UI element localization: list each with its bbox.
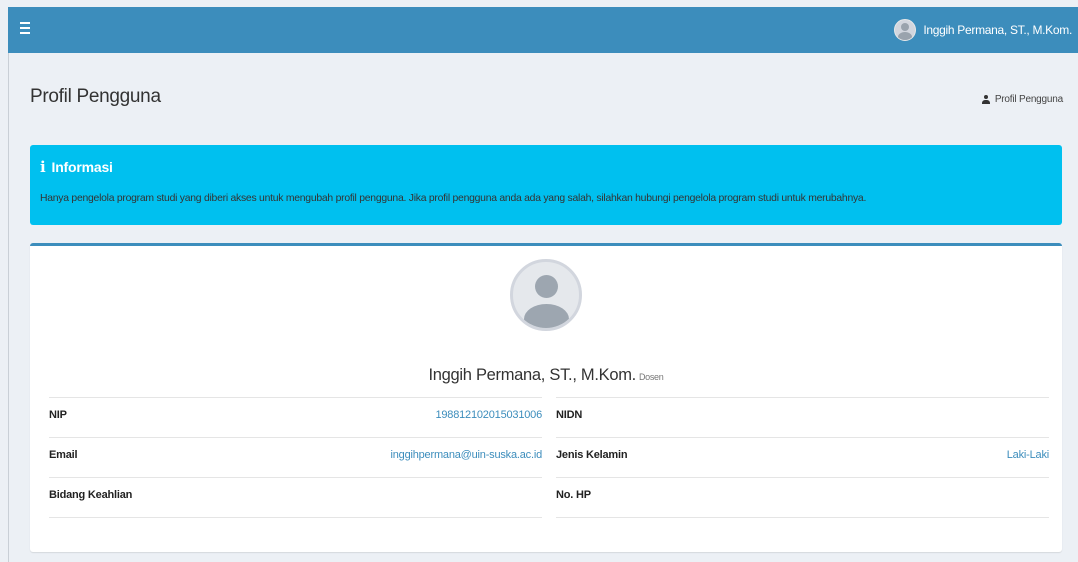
- info-value: inggihpermana@uin-suska.ac.id: [390, 449, 542, 461]
- profile-info-right: NIDN Jenis Kelamin Laki-Laki No. HP: [556, 397, 1049, 518]
- profile-role: Dosen: [638, 372, 664, 382]
- callout-title: i Informasi: [40, 158, 113, 176]
- callout-text: Hanya pengelola program studi yang diber…: [40, 193, 867, 204]
- info-row-bidang-keahlian: Bidang Keahlian: [49, 477, 542, 518]
- info-label: NIDN: [556, 409, 583, 421]
- profile-picture: [510, 259, 582, 331]
- info-label: Jenis Kelamin: [556, 449, 628, 461]
- info-callout: i Informasi: [30, 145, 1062, 225]
- callout-title-text: Informasi: [51, 159, 113, 175]
- info-label: No. HP: [556, 489, 591, 501]
- info-label: NIP: [49, 409, 67, 421]
- info-value: 198812102015031006: [435, 409, 542, 421]
- user-icon: [981, 95, 990, 104]
- info-row-no-hp: No. HP: [556, 477, 1049, 518]
- info-row-jenis-kelamin: Jenis Kelamin Laki-Laki: [556, 437, 1049, 477]
- menu-toggle-icon[interactable]: [20, 22, 30, 34]
- info-row-nidn: NIDN: [556, 397, 1049, 437]
- breadcrumb: Profil Pengguna: [981, 94, 1063, 105]
- user-menu[interactable]: Inggih Permana, ST., M.Kom.: [894, 19, 1072, 41]
- user-avatar-icon: [894, 19, 917, 41]
- top-navbar: Inggih Permana, ST., M.Kom.: [8, 7, 1078, 53]
- info-row-nip: NIP 198812102015031006: [49, 397, 542, 437]
- info-row-email: Email inggihpermana@uin-suska.ac.id: [49, 437, 542, 477]
- breadcrumb-item[interactable]: Profil Pengguna: [995, 94, 1063, 105]
- info-icon: i: [40, 158, 46, 176]
- info-value: Laki-Laki: [1006, 449, 1049, 461]
- info-label: Email: [49, 449, 78, 461]
- sidebar-edge: [8, 53, 9, 562]
- profile-info-left: NIP 198812102015031006 Email inggihperma…: [49, 397, 542, 518]
- page-title: Profil Pengguna: [30, 86, 161, 107]
- user-name: Inggih Permana, ST., M.Kom.: [923, 23, 1072, 37]
- profile-box: Inggih Permana, ST., M.Kom. Dosen NIP 198…: [30, 243, 1062, 552]
- info-label: Bidang Keahlian: [49, 489, 133, 501]
- profile-name-text: Inggih Permana, ST., M.Kom.: [428, 366, 637, 384]
- profile-name: Inggih Permana, ST., M.Kom. Dosen: [30, 366, 1062, 385]
